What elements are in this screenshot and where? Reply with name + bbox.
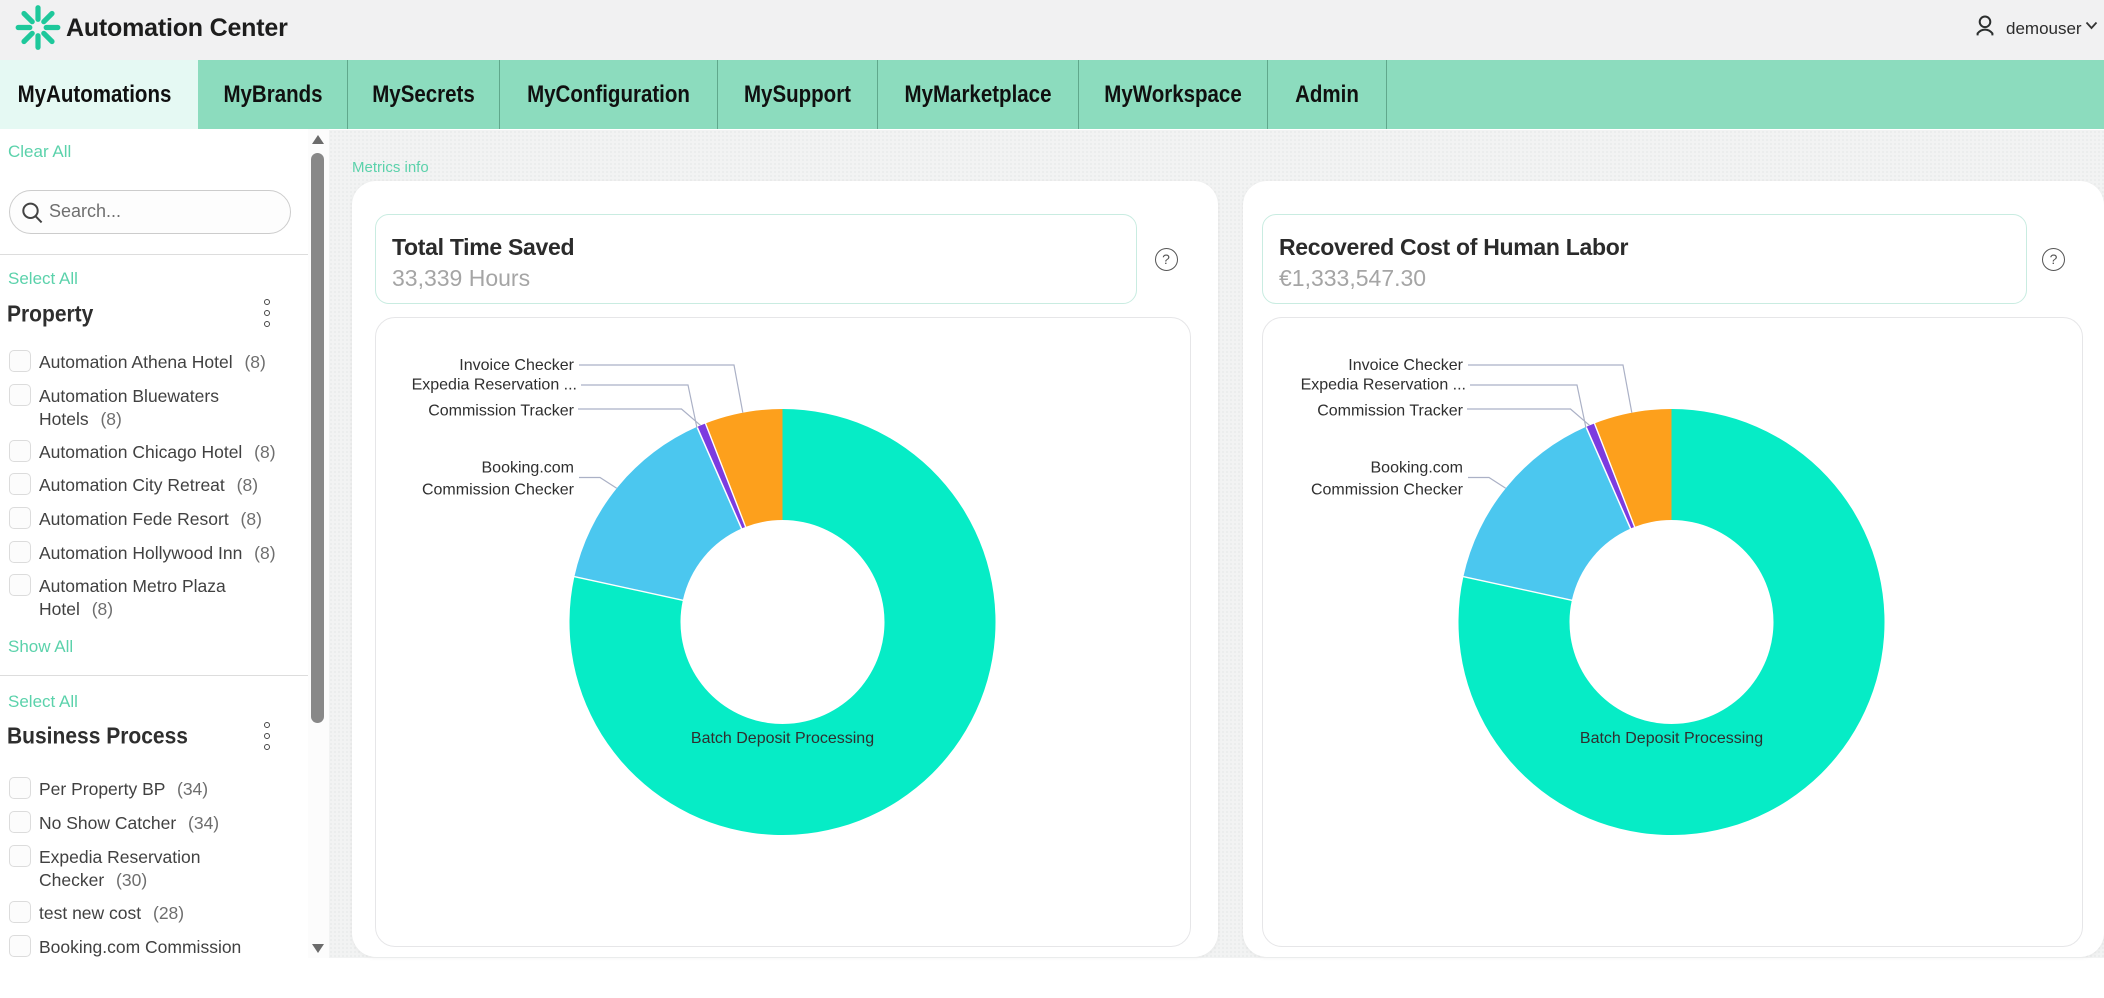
svg-text:Booking.com: Booking.com bbox=[1371, 459, 1464, 476]
svg-text:Expedia Reservation ...: Expedia Reservation ... bbox=[1301, 377, 1466, 394]
svg-text:Commission Checker: Commission Checker bbox=[1311, 481, 1464, 498]
svg-text:Expedia Reservation ...: Expedia Reservation ... bbox=[412, 377, 577, 394]
svg-text:Commission Tracker: Commission Tracker bbox=[1317, 403, 1463, 420]
svg-text:Batch Deposit Processing: Batch Deposit Processing bbox=[1580, 730, 1763, 747]
svg-text:Invoice Checker: Invoice Checker bbox=[459, 357, 574, 374]
svg-text:Commission Checker: Commission Checker bbox=[422, 481, 575, 498]
svg-text:Batch Deposit Processing: Batch Deposit Processing bbox=[691, 730, 874, 747]
svg-text:Invoice Checker: Invoice Checker bbox=[1348, 357, 1463, 374]
svg-text:Booking.com: Booking.com bbox=[482, 459, 575, 476]
svg-text:Commission Tracker: Commission Tracker bbox=[428, 403, 574, 420]
